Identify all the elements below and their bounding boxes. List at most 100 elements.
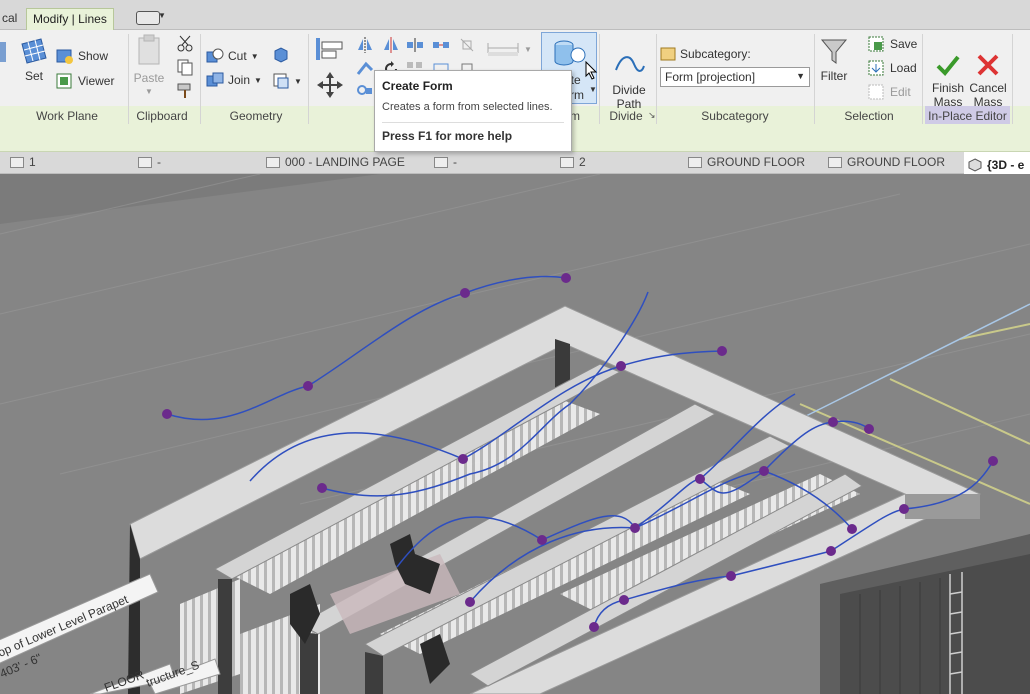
view-tab[interactable]: 000 - LANDING PAGE xyxy=(266,155,405,169)
spline-point xyxy=(726,571,736,581)
chevron-down-icon: ▼ xyxy=(589,85,597,94)
sheet-icon xyxy=(138,156,152,168)
spline-point xyxy=(695,474,705,484)
dialog-launcher-icon[interactable]: ↘ xyxy=(648,110,656,121)
view-tab-label: {3D - e xyxy=(987,157,1025,172)
paste-button[interactable]: Paste ▼ xyxy=(132,34,166,99)
mouse-cursor-icon xyxy=(585,60,599,86)
show-plane-icon xyxy=(56,49,73,64)
spline-point xyxy=(561,273,571,283)
grid-plane-icon xyxy=(21,38,47,64)
panel-separator xyxy=(128,34,129,124)
split-face-button[interactable]: ▼ xyxy=(272,72,302,90)
checkmark-icon xyxy=(936,55,960,76)
view-tab-3d-active[interactable]: {3D - e xyxy=(964,152,1030,174)
view-tab[interactable]: GROUND FLOOR xyxy=(688,155,805,169)
edit-selection-button[interactable]: Edit xyxy=(868,84,911,100)
spline-point xyxy=(899,504,909,514)
quick-access-switch-windows-icon[interactable] xyxy=(136,11,160,25)
match-properties-button[interactable] xyxy=(176,82,194,100)
tooltip-title: Create Form xyxy=(382,79,453,93)
load-selection-icon xyxy=(868,60,884,76)
panel-separator xyxy=(1012,34,1013,124)
show-work-plane-button[interactable]: Show xyxy=(56,48,108,64)
cancel-mass-label: Cancel Mass xyxy=(969,81,1007,109)
selection-panel-title: Selection xyxy=(844,109,894,123)
split-icon xyxy=(407,38,423,52)
view-tab-label: GROUND FLOOR xyxy=(847,155,946,169)
viewer-label: Viewer xyxy=(78,74,115,88)
cut-label: Cut xyxy=(228,49,247,63)
spline-point xyxy=(988,456,998,466)
inplace-editor-panel-title: In-Place Editor xyxy=(928,109,1007,123)
split-gap-icon xyxy=(433,42,449,48)
cut-geometry-button[interactable]: Cut ▼ xyxy=(206,48,259,64)
spline-point xyxy=(458,454,468,464)
chevron-down-icon: ▼ xyxy=(145,87,153,96)
spline-point xyxy=(864,424,874,434)
cut-clipboard-button[interactable] xyxy=(176,34,194,52)
split-element-button[interactable] xyxy=(406,36,424,54)
sheet-icon xyxy=(10,156,24,168)
tooltip-help: Press F1 for more help xyxy=(382,129,513,143)
load-label: Load xyxy=(890,61,917,75)
offset-button[interactable] xyxy=(356,60,374,78)
view-tab[interactable]: 2 xyxy=(560,155,586,169)
split-gap-button[interactable] xyxy=(432,36,450,54)
unpin-button[interactable] xyxy=(458,36,476,54)
subcategory-icon xyxy=(660,47,676,61)
split-face-icon xyxy=(273,73,289,89)
sheet-icon xyxy=(434,156,448,168)
move-icon xyxy=(317,72,343,98)
view-tab-label: 000 - LANDING PAGE xyxy=(285,155,405,169)
copy-button[interactable] xyxy=(176,58,194,76)
panel-separator xyxy=(814,34,815,124)
save-selection-icon xyxy=(868,36,884,52)
3d-viewport[interactable]: op of Lower Level Parapet 403' - 6" FLOO… xyxy=(0,173,1030,694)
dimension-icon xyxy=(487,43,519,56)
tab-partial[interactable]: cal xyxy=(0,8,23,30)
scissors-icon xyxy=(177,35,193,52)
set-work-plane-button[interactable]: Set xyxy=(18,36,50,83)
paintbrush-icon xyxy=(177,83,191,98)
view-tab[interactable]: - xyxy=(434,155,457,169)
align-icon xyxy=(316,38,343,60)
save-selection-button[interactable]: Save xyxy=(868,36,917,52)
align-button[interactable] xyxy=(314,36,346,62)
chevron-down-icon[interactable]: ▼ xyxy=(158,11,166,20)
view-tab-label: 1 xyxy=(29,155,36,169)
filter-icon xyxy=(820,39,848,64)
tab-modify-lines[interactable]: Modify | Lines xyxy=(26,8,114,30)
wall-joins-button[interactable] xyxy=(272,46,290,64)
view-tab[interactable]: GROUND FLOOR xyxy=(828,155,945,169)
join-label: Join xyxy=(228,73,251,87)
chevron-down-icon: ▼ xyxy=(254,75,262,85)
mirror-draw-button[interactable] xyxy=(382,36,400,54)
copy-element-button[interactable] xyxy=(356,82,374,100)
dimension-button[interactable]: ▼ xyxy=(486,40,532,58)
subcategory-select[interactable]: Form [projection] ▼ xyxy=(660,67,810,87)
join-geometry-icon xyxy=(206,72,224,87)
view-tabs: 1 - 000 - LANDING PAGE - 2 GROUND FLOOR … xyxy=(0,152,1030,174)
copy-element-icon xyxy=(357,85,372,95)
filter-button[interactable]: Filter xyxy=(816,36,852,83)
ribbon-tab-row: cal Modify | Lines ▼ xyxy=(0,0,1030,30)
load-selection-button[interactable]: Load xyxy=(868,60,917,76)
panel-separator xyxy=(599,34,600,124)
cut-geometry-icon xyxy=(206,48,224,63)
subcategory-panel-title: Subcategory xyxy=(701,109,769,123)
set-label: Set xyxy=(24,69,43,83)
move-button[interactable] xyxy=(314,70,346,100)
spline-point xyxy=(460,288,470,298)
copy-icon xyxy=(177,59,193,76)
view-tab[interactable]: - xyxy=(138,155,161,169)
chevron-down-icon: ▼ xyxy=(524,44,532,54)
join-geometry-button[interactable]: Join ▼ xyxy=(206,72,262,88)
view-tab[interactable]: 1 xyxy=(10,155,36,169)
view-tab-label: - xyxy=(453,155,457,169)
mirror-axis-button[interactable] xyxy=(356,36,374,54)
chevron-down-icon: ▼ xyxy=(294,76,302,86)
view-tab-label: - xyxy=(157,155,161,169)
model-canvas[interactable]: op of Lower Level Parapet 403' - 6" FLOO… xyxy=(0,173,1030,694)
viewer-button[interactable]: Viewer xyxy=(56,73,114,89)
